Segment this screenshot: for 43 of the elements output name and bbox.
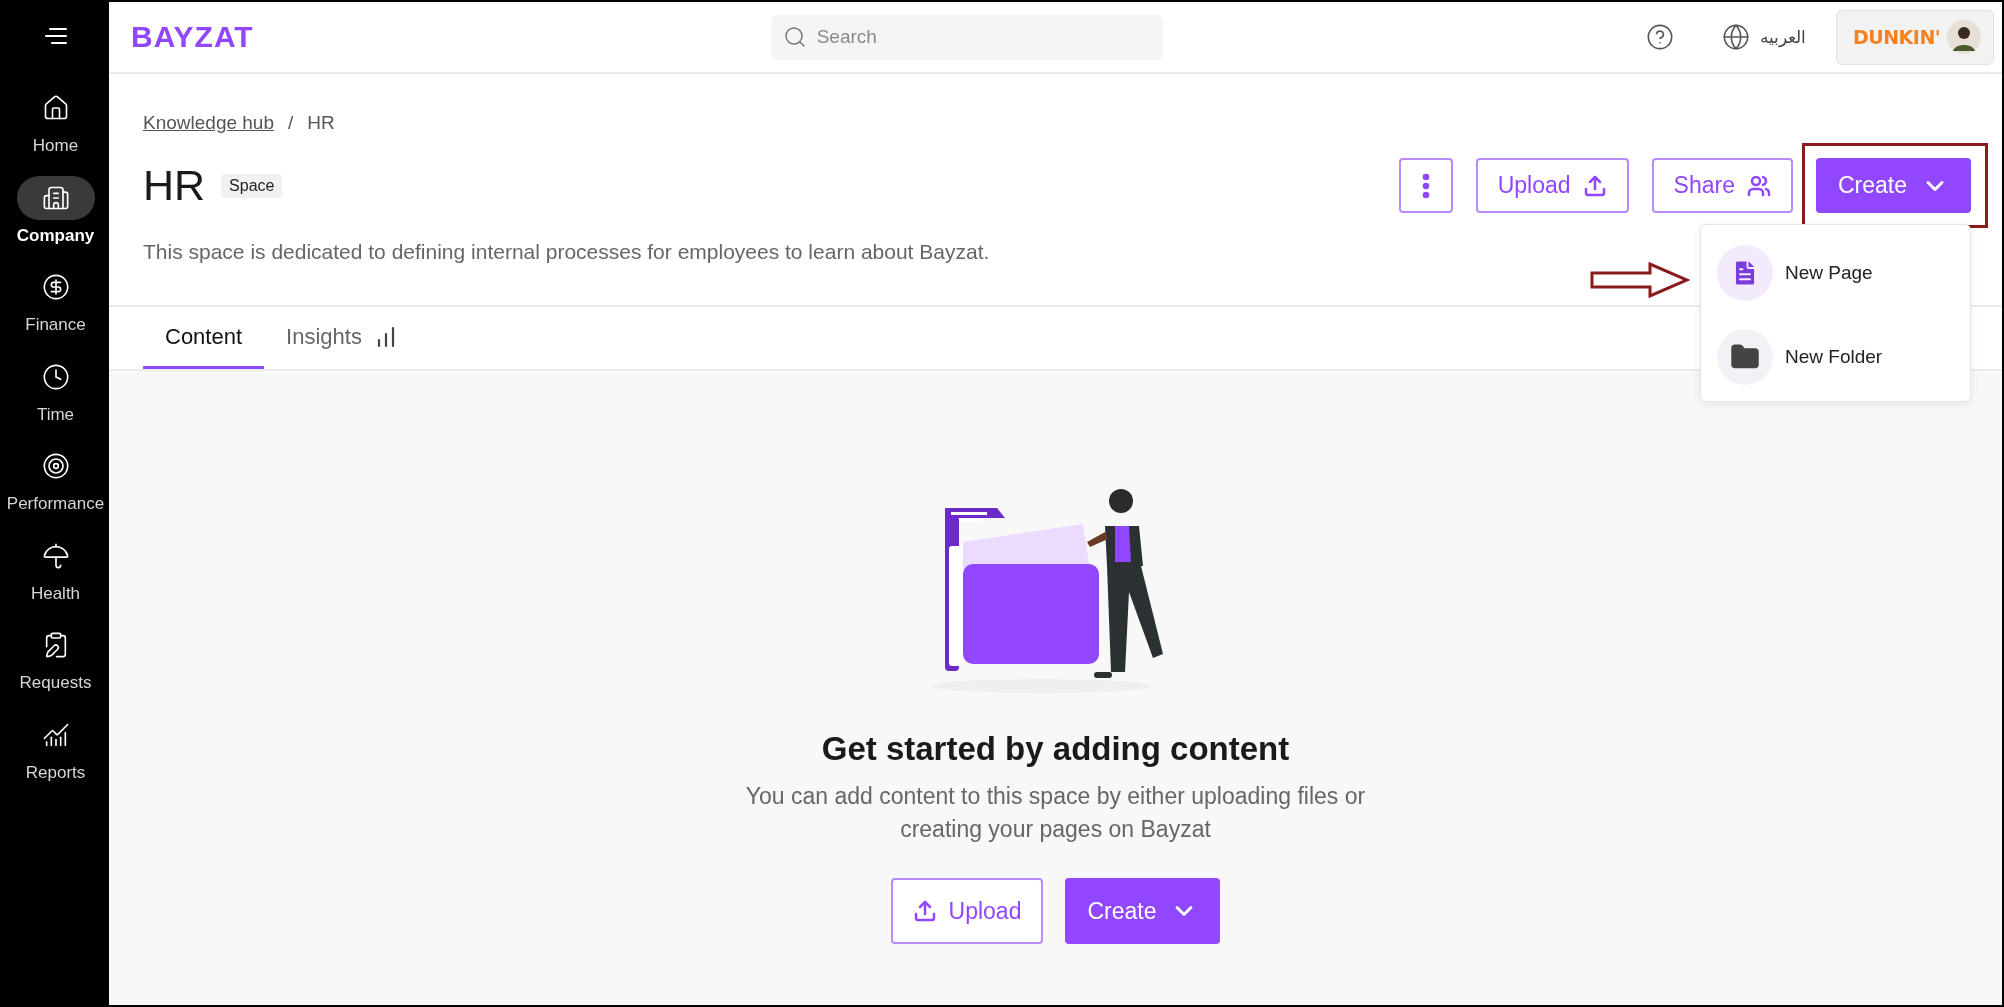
upload-button[interactable]: Upload bbox=[1475, 158, 1629, 213]
breadcrumb-current: HR bbox=[307, 112, 335, 134]
nav-icon bbox=[41, 362, 70, 391]
sidebar-item[interactable]: Finance bbox=[2, 265, 109, 355]
upload-icon bbox=[1582, 173, 1607, 198]
tab[interactable]: Insights bbox=[264, 307, 420, 369]
upload-icon bbox=[912, 899, 937, 923]
sidebar-item[interactable]: Time bbox=[2, 354, 109, 444]
language-button[interactable]: العربيه bbox=[1716, 22, 1812, 52]
sidebar-item[interactable]: Requests bbox=[2, 623, 109, 713]
sidebar-item[interactable]: Health bbox=[2, 533, 109, 623]
page-title: HR bbox=[143, 161, 206, 210]
more-button[interactable] bbox=[1398, 158, 1453, 213]
search-icon bbox=[782, 24, 807, 49]
nav-icon bbox=[41, 273, 70, 301]
menu-item[interactable]: New Page bbox=[1717, 245, 1954, 301]
empty-state-text: You can add content to this space by either uploading files or creating your pages on Bayzat bbox=[744, 782, 1367, 844]
nav-icon bbox=[41, 452, 70, 480]
sidebar-item[interactable]: Reports bbox=[2, 712, 109, 802]
search-field[interactable]: Search bbox=[770, 14, 1163, 60]
help-button[interactable] bbox=[1646, 23, 1674, 51]
logo[interactable]: BAYZAT bbox=[131, 20, 254, 54]
breadcrumb-link[interactable]: Knowledge hub bbox=[143, 112, 274, 134]
avatar-icon bbox=[1947, 20, 1981, 54]
menu-item[interactable]: New Folder bbox=[1717, 329, 1954, 385]
upload-button[interactable]: Upload bbox=[890, 878, 1044, 944]
breadcrumb-separator: / bbox=[288, 112, 294, 134]
sidebar-item[interactable]: Performance bbox=[2, 444, 109, 534]
globe-icon bbox=[1722, 23, 1750, 51]
empty-state-heading: Get started by adding content bbox=[821, 730, 1290, 768]
create-button[interactable]: Create bbox=[1065, 878, 1221, 944]
sidebar-item[interactable]: Company bbox=[2, 175, 109, 265]
create-button[interactable]: Create bbox=[1815, 158, 1971, 213]
page-description: This space is dedicated to defining internal processes for employees to learn about Bayzat. bbox=[143, 240, 991, 264]
company-logo: DUNKIN' bbox=[1853, 26, 1941, 48]
menu-icon bbox=[43, 27, 68, 45]
space-badge: Space bbox=[221, 173, 283, 198]
help-icon bbox=[1646, 23, 1674, 51]
share-button[interactable]: Share bbox=[1651, 158, 1793, 213]
more-icon bbox=[1421, 172, 1430, 199]
people-icon bbox=[1746, 173, 1771, 198]
nav-icon bbox=[41, 541, 70, 570]
sidebar-item[interactable]: Home bbox=[2, 86, 109, 176]
